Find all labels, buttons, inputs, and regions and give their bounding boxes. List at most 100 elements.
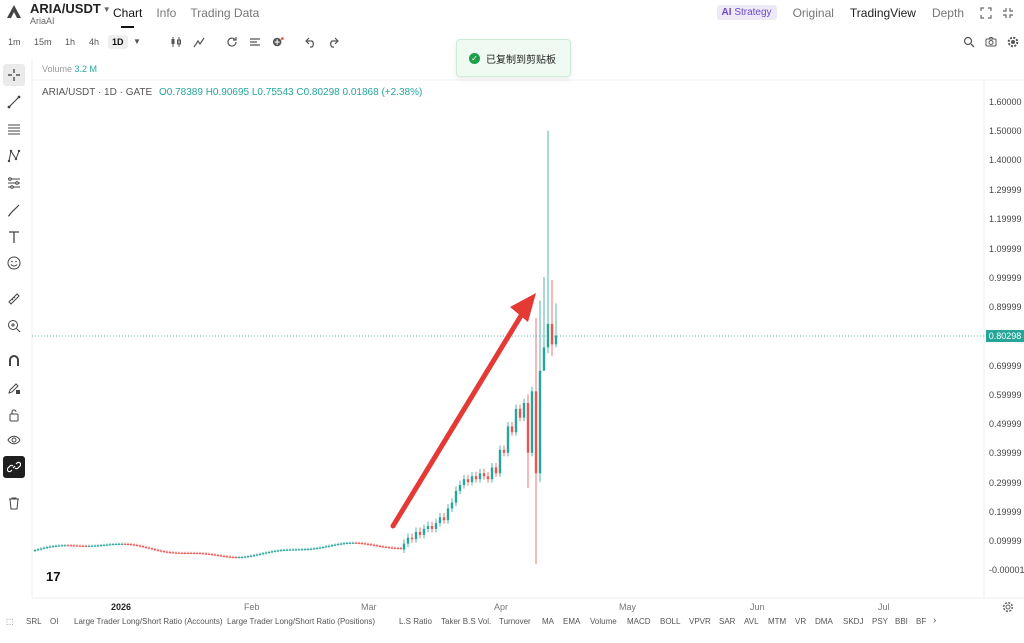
candle-body — [342, 543, 346, 545]
candle-body — [219, 555, 223, 557]
tab-info[interactable]: Info — [156, 6, 176, 20]
search-icon[interactable] — [963, 36, 975, 48]
delete-tool[interactable] — [3, 492, 25, 514]
indicator-item[interactable]: OI — [50, 617, 58, 626]
indicator-item[interactable]: VR — [795, 617, 806, 626]
emoji-tool[interactable] — [3, 252, 25, 274]
timeframe-15m[interactable]: 15m — [30, 35, 56, 49]
visibility-tool[interactable] — [3, 429, 25, 451]
scroll-right-icon[interactable]: › — [933, 615, 936, 626]
timeframe-1h[interactable]: 1h — [61, 35, 79, 49]
camera-icon[interactable] — [985, 36, 997, 48]
view-depth[interactable]: Depth — [932, 6, 964, 20]
indicator-item[interactable]: BOLL — [660, 617, 680, 626]
candle-body — [201, 553, 205, 555]
indicator-item[interactable]: Volume — [590, 617, 617, 626]
candle-body — [120, 543, 124, 545]
pair-selector[interactable]: ARIA/USDT ▼ — [30, 1, 111, 16]
lock-tool[interactable] — [3, 404, 25, 426]
indicator-item[interactable]: BBI — [895, 617, 908, 626]
candle-body — [309, 548, 313, 550]
candle-body — [180, 552, 184, 554]
trendline-icon — [7, 95, 21, 109]
fib-tool[interactable] — [3, 172, 25, 194]
candle-body — [96, 545, 100, 547]
brush-tool[interactable] — [3, 199, 25, 221]
candle-body — [78, 545, 82, 547]
indicator-item[interactable]: EMA — [563, 617, 580, 626]
candle-body — [514, 408, 518, 433]
view-tradingview[interactable]: TradingView — [850, 6, 916, 20]
candle-type-icon[interactable] — [170, 36, 182, 48]
candle-body — [550, 323, 554, 345]
indicator-item[interactable]: SRL — [26, 617, 42, 626]
ruler-tool[interactable] — [3, 288, 25, 310]
indicator-item[interactable]: Large Trader Long/Short Ratio (Accounts) — [74, 617, 223, 626]
candle-body — [72, 545, 76, 547]
timeframe-dropdown-icon[interactable]: ▼ — [131, 36, 143, 48]
timeframe-1m[interactable]: 1m — [4, 35, 25, 49]
refresh-icon[interactable] — [226, 36, 238, 48]
magnet-tool[interactable] — [3, 350, 25, 372]
collapse-icon[interactable] — [1002, 7, 1014, 19]
candle-body — [321, 547, 325, 549]
undo-icon[interactable] — [305, 36, 317, 48]
pattern-tool[interactable] — [3, 145, 25, 167]
candle-body — [186, 552, 190, 554]
timeframe-1d[interactable]: 1D — [108, 35, 128, 49]
indicator-item[interactable]: Turnover — [499, 617, 531, 626]
expand-icon[interactable] — [980, 6, 992, 19]
indicator-item[interactable]: Taker B.S Vol. — [441, 617, 491, 626]
redo-icon[interactable] — [327, 36, 339, 48]
link-tool[interactable] — [3, 456, 25, 478]
indicator-item[interactable]: BF — [916, 617, 926, 626]
indicator-item[interactable]: DMA — [815, 617, 833, 626]
indicator-item[interactable]: MA — [542, 617, 554, 626]
indicators-icon[interactable] — [193, 36, 205, 48]
gear-icon[interactable] — [1007, 36, 1019, 48]
candle-body — [327, 545, 331, 547]
tab-chart[interactable]: Chart — [113, 6, 142, 28]
view-original[interactable]: Original — [793, 6, 834, 20]
indicator-item[interactable]: VPVR — [689, 617, 711, 626]
strategy-button[interactable]: AI Strategy — [716, 5, 777, 20]
candle-body — [48, 546, 52, 548]
candle-body — [502, 449, 506, 453]
indicator-item[interactable]: MACD — [627, 617, 651, 626]
indicator-item[interactable]: Large Trader Long/Short Ratio (Positions… — [227, 617, 375, 626]
candle-body — [102, 544, 106, 546]
fib-icon — [8, 177, 20, 189]
candle-body — [261, 553, 265, 555]
candle-body — [174, 552, 178, 554]
indicator-item[interactable]: L.S Ratio — [399, 617, 432, 626]
candle-body — [150, 548, 154, 550]
crosshair-tool[interactable] — [3, 64, 25, 86]
time-label: 2026 — [111, 602, 132, 612]
add-indicator-icon[interactable] — [272, 36, 284, 48]
time-label: Mar — [361, 602, 377, 612]
template-icon[interactable] — [249, 36, 261, 48]
time-label: May — [619, 602, 637, 612]
zoom-in-tool[interactable] — [3, 315, 25, 337]
candle-body — [300, 549, 304, 551]
indicator-item[interactable]: PSY — [872, 617, 888, 626]
candle-body — [288, 549, 292, 551]
indicator-item[interactable]: SAR — [719, 617, 735, 626]
text-tool[interactable] — [3, 226, 25, 248]
tradingview-logo[interactable]: 17 — [46, 569, 60, 584]
trendline-tool[interactable] — [3, 91, 25, 113]
price-label: 1.60000 — [989, 97, 1022, 107]
timeframe-4h[interactable]: 4h — [85, 35, 103, 49]
draw-lock-tool[interactable] — [3, 377, 25, 399]
indicator-item[interactable]: SKDJ — [843, 617, 863, 626]
candle-body — [470, 476, 474, 483]
indicator-item[interactable]: AVL — [744, 617, 759, 626]
tab-trading-data[interactable]: Trading Data — [190, 6, 259, 20]
channel-tool[interactable] — [3, 118, 25, 140]
trend-arrow-shaft — [390, 311, 525, 529]
current-price-tag: 0.80298 — [986, 330, 1024, 342]
candle-body — [240, 556, 244, 558]
axis-settings-icon[interactable] — [1002, 601, 1014, 613]
indicator-item[interactable]: MTM — [768, 617, 786, 626]
indicator-settings-icon[interactable]: ⬚ — [6, 617, 14, 626]
